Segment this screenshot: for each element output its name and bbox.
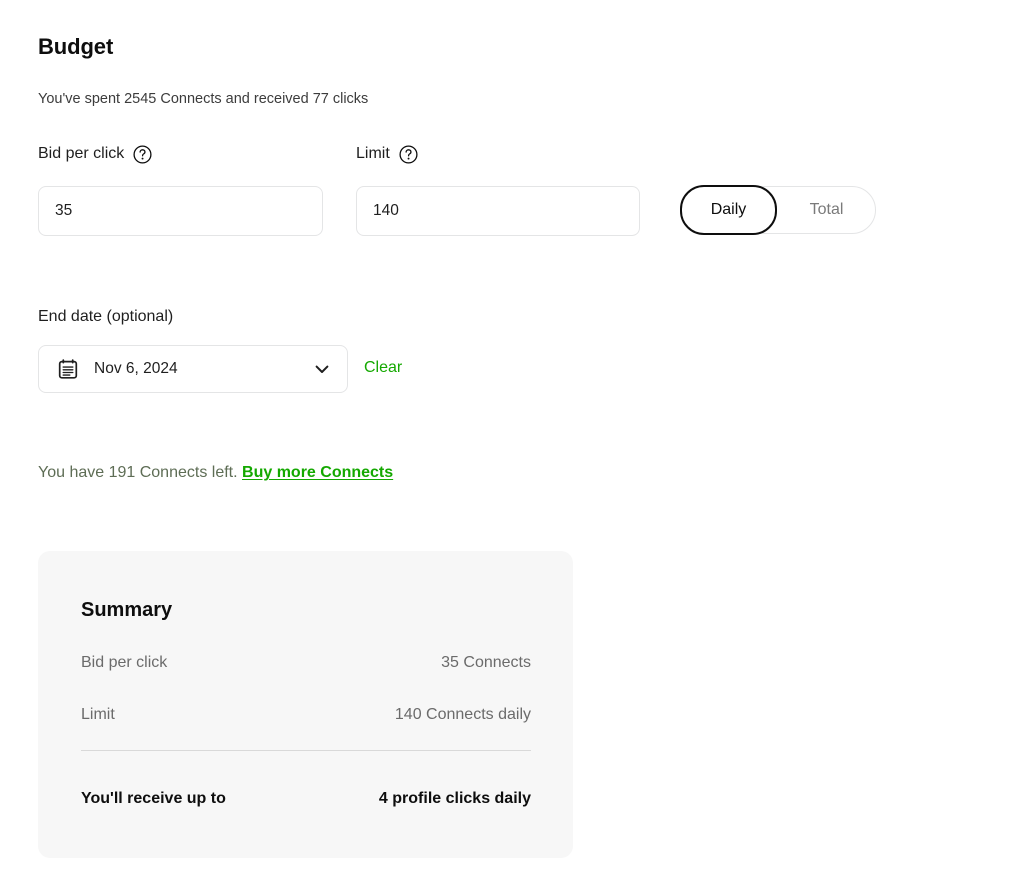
toggle-option-daily-label: Daily [711,199,747,221]
page-title: Budget [38,32,113,62]
limit-label: Limit [356,143,390,165]
budget-spend-summary: You've spent 2545 Connects and received … [38,89,368,109]
budget-page: Budget You've spent 2545 Connects and re… [0,0,1024,892]
limit-label-group: Limit [356,143,418,165]
help-circle-icon[interactable] [399,145,418,164]
clear-end-date-button[interactable]: Clear [364,357,402,379]
summary-card: Summary Bid per click 35 Connects Limit … [38,551,573,858]
end-date-value: Nov 6, 2024 [94,359,312,379]
toggle-option-daily[interactable]: Daily [680,185,777,235]
limit-value: 140 [373,201,399,221]
summary-total-value: 4 profile clicks daily [379,788,531,810]
connects-remaining: You have 191 Connects left. Buy more Con… [38,461,393,485]
bid-per-click-input[interactable]: 35 [38,186,323,236]
bid-per-click-label: Bid per click [38,143,124,165]
summary-row-key: Bid per click [81,652,167,674]
toggle-option-total-label: Total [810,199,844,221]
end-date-select[interactable]: Nov 6, 2024 [38,345,348,393]
bid-per-click-value: 35 [55,201,72,221]
calendar-icon [57,358,79,380]
summary-row-bid-per-click: Bid per click 35 Connects [81,652,531,674]
buy-more-connects-link[interactable]: Buy more Connects [242,464,393,481]
connects-remaining-text: You have 191 Connects left. [38,464,238,481]
bid-per-click-label-group: Bid per click [38,143,152,165]
summary-title: Summary [81,596,172,624]
summary-row-value: 140 Connects daily [395,704,531,726]
summary-row-limit: Limit 140 Connects daily [81,704,531,726]
summary-row-total: You'll receive up to 4 profile clicks da… [81,788,531,810]
toggle-option-total[interactable]: Total [778,186,875,234]
summary-row-key: Limit [81,704,115,726]
budget-period-toggle[interactable]: Daily Total [680,186,876,234]
chevron-down-icon[interactable] [312,359,332,379]
summary-divider [81,750,531,751]
end-date-label: End date (optional) [38,306,173,328]
limit-input[interactable]: 140 [356,186,640,236]
summary-row-value: 35 Connects [441,652,531,674]
help-circle-icon[interactable] [133,145,152,164]
summary-total-key: You'll receive up to [81,788,226,810]
